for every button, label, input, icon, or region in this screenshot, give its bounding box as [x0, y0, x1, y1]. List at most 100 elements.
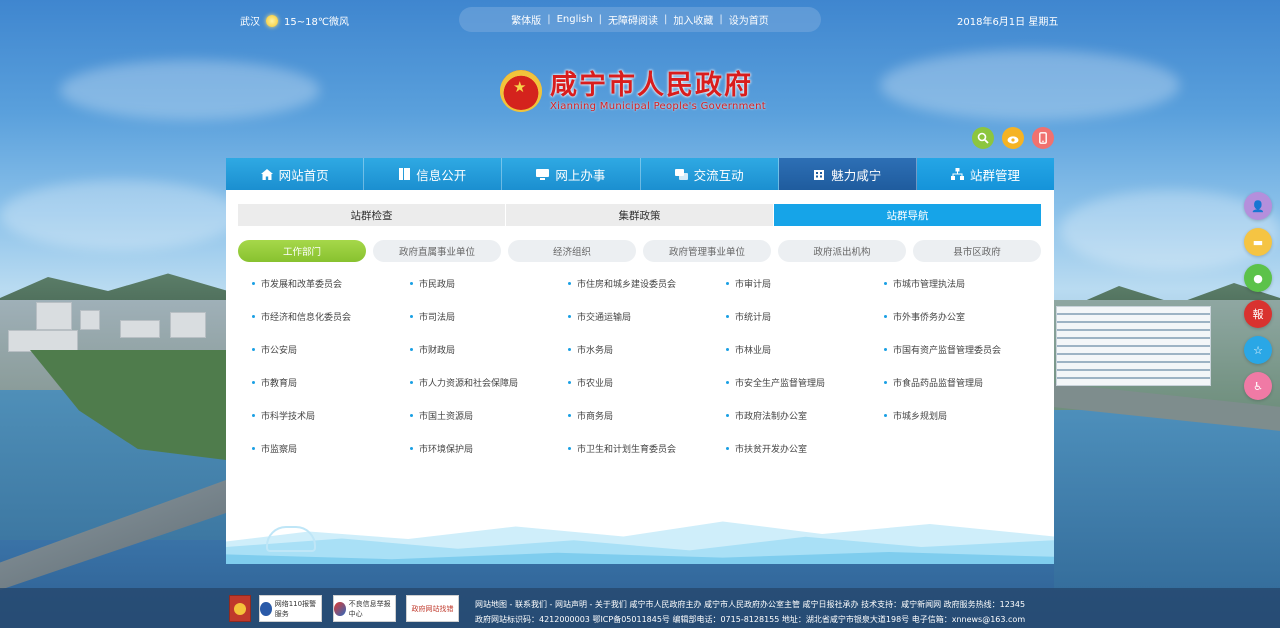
- department-link[interactable]: 市发展和改革委员会: [252, 276, 410, 290]
- pill-county-governments[interactable]: 县市区政府: [913, 240, 1041, 262]
- topnav-traditional-link[interactable]: 繁体版: [511, 12, 541, 27]
- tab-site-navigation[interactable]: 站群导航: [774, 204, 1041, 226]
- department-link[interactable]: 市食品药品监督管理局: [884, 375, 1042, 389]
- footer-links-line[interactable]: 网站地图 - 联系我们 - 网站声明 - 关于我们 咸宁市人民政府主办 咸宁市人…: [475, 597, 1025, 612]
- star-icon[interactable]: ☆: [1244, 336, 1272, 364]
- wheelchair-icon[interactable]: ♿: [1244, 372, 1272, 400]
- department-link-label: 市国有资产监督管理委员会: [893, 345, 1002, 356]
- nav-home[interactable]: 网站首页: [226, 158, 365, 190]
- category-pills: 工作部门 政府直属事业单位 经济组织 政府管理事业单位 政府派出机构 县市区政府: [238, 240, 1041, 262]
- logo-chinese-title: 咸宁市人民政府: [550, 69, 753, 101]
- nav-online-services[interactable]: 网上办事: [502, 158, 641, 190]
- weibo-icon[interactable]: [1002, 127, 1024, 149]
- department-link[interactable]: 市卫生和计划生育委员会: [568, 441, 726, 455]
- sky-cloud: [880, 50, 1180, 120]
- bullet-dot-icon: [410, 281, 413, 285]
- bullet-dot-icon: [726, 347, 729, 351]
- department-link-grid: 市发展和改革委员会 市民政局 市住房和城乡建设委员会 市审计局 市城市管理执法局市经济和…: [252, 276, 1042, 455]
- department-link[interactable]: 市住房和城乡建设委员会: [568, 276, 726, 290]
- nav-interaction[interactable]: 交流互动: [641, 158, 779, 190]
- topnav-homepage-link[interactable]: 设为首页: [729, 12, 769, 27]
- department-link[interactable]: 市交通运输局: [568, 309, 726, 323]
- department-link-label: 市城乡规划局: [893, 411, 948, 422]
- department-link[interactable]: 市环境保护局: [410, 441, 568, 455]
- tab-cluster-policy[interactable]: 集群政策: [506, 204, 774, 226]
- home-icon: [260, 168, 273, 180]
- pill-managed-institutions[interactable]: 政府管理事业单位: [643, 240, 771, 262]
- badge-label: 不良信息举报中心: [348, 599, 391, 618]
- pill-dispatched-agencies[interactable]: 政府派出机构: [778, 240, 906, 262]
- department-link[interactable]: 市城乡规划局: [884, 408, 1042, 422]
- department-link[interactable]: 市农业局: [568, 375, 726, 389]
- police-110-badge[interactable]: 网络110报警服务: [259, 595, 322, 622]
- department-link[interactable]: 市扶贫开发办公室: [726, 441, 884, 455]
- nav-label: 站群管理: [969, 167, 1020, 183]
- bullet-dot-icon: [568, 380, 571, 384]
- department-link[interactable]: 市监察局: [252, 441, 410, 455]
- weather-city: 武汉: [240, 17, 260, 28]
- pill-direct-institutions[interactable]: 政府直属事业单位: [373, 240, 501, 262]
- bullet-dot-icon: [252, 380, 255, 384]
- sitemap-icon: [950, 168, 964, 180]
- department-link[interactable]: 市安全生产监督管理局: [726, 375, 884, 389]
- department-link[interactable]: 市人力资源和社会保障局: [410, 375, 568, 389]
- department-link[interactable]: 市国土资源局: [410, 408, 568, 422]
- book-icon: [399, 168, 411, 180]
- department-link[interactable]: 市经济和信息化委员会: [252, 309, 410, 323]
- bullet-dot-icon: [884, 314, 887, 318]
- department-link-label: 市安全生产监督管理局: [735, 378, 826, 389]
- topnav-english-link[interactable]: English: [557, 14, 593, 25]
- department-link[interactable]: 市审计局: [726, 276, 884, 290]
- department-link[interactable]: 市教育局: [252, 375, 410, 389]
- police-icon: [260, 601, 272, 616]
- department-link-label: 市卫生和计划生育委员会: [577, 444, 677, 455]
- department-link[interactable]: 市民政局: [410, 276, 568, 290]
- bullet-dot-icon: [252, 281, 255, 285]
- mobile-icon[interactable]: [1032, 127, 1054, 149]
- department-link[interactable]: 市公安局: [252, 342, 410, 356]
- pill-work-departments[interactable]: 工作部门: [238, 240, 366, 262]
- nav-label: 魅力咸宁: [831, 167, 882, 183]
- department-link[interactable]: 市国有资产监督管理委员会: [884, 342, 1042, 356]
- nav-info-disclosure[interactable]: 信息公开: [364, 158, 503, 190]
- department-link-label: 市科学技术局: [261, 411, 316, 422]
- department-link-label: 市财政局: [419, 345, 456, 356]
- department-link[interactable]: 市商务局: [568, 408, 726, 422]
- party-org-badge[interactable]: [229, 595, 251, 622]
- bullet-dot-icon: [568, 413, 571, 417]
- department-link-label: 市经济和信息化委员会: [261, 312, 352, 323]
- department-link-label: 市人力资源和社会保障局: [419, 378, 519, 389]
- department-link[interactable]: 市水务局: [568, 342, 726, 356]
- department-link[interactable]: 市财政局: [410, 342, 568, 356]
- find-error-badge[interactable]: 政府网站找错: [406, 595, 459, 622]
- search-icon[interactable]: [972, 127, 994, 149]
- report-center-badge[interactable]: 不良信息举报中心: [333, 595, 396, 622]
- badge-label: 网络110报警服务: [274, 599, 317, 618]
- tab-site-inspection[interactable]: 站群检查: [238, 204, 506, 226]
- department-link[interactable]: 市外事侨务办公室: [884, 309, 1042, 323]
- department-link[interactable]: 市林业局: [726, 342, 884, 356]
- department-link[interactable]: 市科学技术局: [252, 408, 410, 422]
- bullet-dot-icon: [726, 314, 729, 318]
- site-logo[interactable]: 咸宁市人民政府 Xianning Municipal People's Gove…: [500, 70, 766, 112]
- user-icon[interactable]: 👤: [1244, 192, 1272, 220]
- department-link[interactable]: 市统计局: [726, 309, 884, 323]
- message-icon[interactable]: ▬: [1244, 228, 1272, 256]
- department-link[interactable]: 市司法局: [410, 309, 568, 323]
- department-link[interactable]: 市政府法制办公室: [726, 408, 884, 422]
- newspaper-icon[interactable]: 報: [1244, 300, 1272, 328]
- topnav-accessibility-link[interactable]: 无障碍阅读: [608, 12, 658, 27]
- nav-charm-xianning[interactable]: 魅力咸宁: [778, 158, 917, 190]
- department-link[interactable]: 市城市管理执法局: [884, 276, 1042, 290]
- wechat-icon[interactable]: ●: [1244, 264, 1272, 292]
- department-link-label: 市统计局: [735, 312, 772, 323]
- topnav-bookmark-link[interactable]: 加入收藏: [673, 12, 713, 27]
- department-link-label: 市水务局: [577, 345, 614, 356]
- pill-economic-organizations[interactable]: 经济组织: [508, 240, 636, 262]
- department-link-label: 市城市管理执法局: [893, 279, 966, 290]
- bullet-dot-icon: [726, 281, 729, 285]
- bullet-dot-icon: [568, 314, 571, 318]
- nav-label: 网站首页: [278, 167, 329, 183]
- nav-site-group[interactable]: 站群管理: [916, 158, 1055, 190]
- bullet-dot-icon: [884, 347, 887, 351]
